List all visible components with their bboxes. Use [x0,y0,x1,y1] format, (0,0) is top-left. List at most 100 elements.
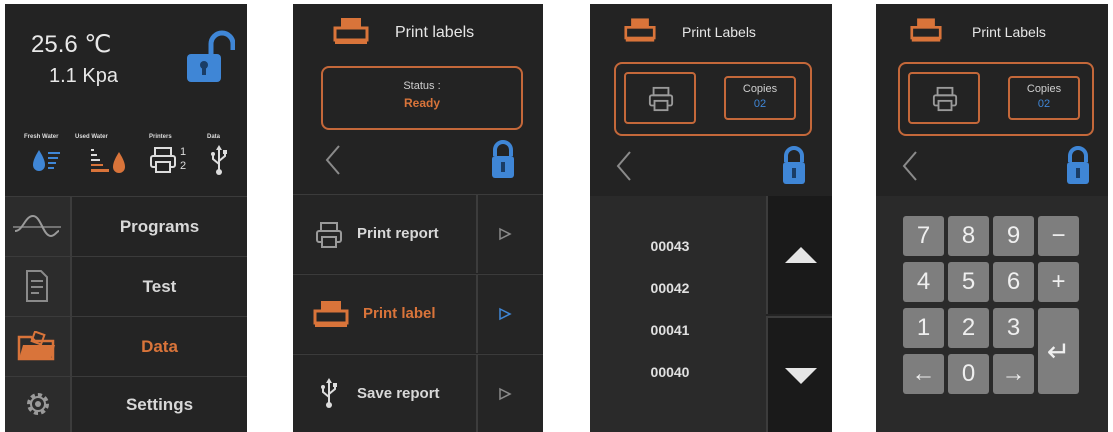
item-divider [476,355,478,432]
data-label: Data [207,134,221,140]
key-plus[interactable]: + [1038,262,1079,302]
page-title: Print Labels [682,24,756,40]
copies-label: Copies [1026,83,1062,95]
back-chevron-icon[interactable] [614,150,634,182]
menu-item-save-report[interactable]: Save report [293,354,543,432]
copies-field[interactable]: Copies 02 [1008,76,1080,120]
page-title: Print Labels [972,24,1046,40]
keypad-screen: Print Labels Copies 02 7 8 9 − 4 5 6 + 1… [876,4,1108,432]
printers-label: Printers [149,134,172,140]
print-menu-screen: Print labels Status : Ready Print report… [293,4,543,432]
menu-item-label: Programs [72,197,247,256]
menu-item-label: Save report [357,385,440,402]
usb-icon [211,145,227,175]
keypad: 7 8 9 − 4 5 6 + 1 2 3 ← 0 → ↵ [876,196,1108,432]
locked-padlock-icon[interactable] [1066,146,1090,186]
used-water-icon [91,149,125,173]
pressure-readout: 1.1 Kpa [49,65,118,87]
play-arrow-icon [499,227,512,241]
unlocked-padlock-icon[interactable] [185,30,235,82]
menu-item-settings[interactable]: Settings [5,376,247,432]
key-5[interactable]: 5 [948,262,989,302]
menu-item-label: Print report [357,225,439,242]
key-7[interactable]: 7 [903,216,944,256]
play-arrow-icon [499,387,512,401]
waveform-icon [13,214,61,238]
menu-item-label: Settings [72,377,247,432]
options-box: Copies 02 [614,62,812,136]
header: Print Labels [590,4,832,66]
fresh-water-icon [33,150,60,171]
key-0[interactable]: 0 [948,354,989,394]
menu-item-print-report[interactable]: Print report [293,194,543,273]
status-value: Ready [403,96,441,110]
folder-icon [17,331,55,361]
item-divider [476,195,478,273]
item-divider [476,275,478,353]
play-arrow-icon [499,307,512,321]
label-printer-icon [910,18,942,42]
locked-padlock-icon[interactable] [782,146,806,186]
printer-icon [648,86,674,112]
label-printer-icon [624,18,656,42]
menu-item-data[interactable]: Data [5,316,247,376]
menu-item-label: Test [72,257,247,316]
key-left-arrow[interactable]: ← [903,354,944,394]
key-right-arrow[interactable]: → [993,354,1034,394]
copies-value: 02 [1037,98,1051,110]
label-list-screen: Print Labels Copies 02 00043 00042 00041… [590,4,832,432]
key-4[interactable]: 4 [903,262,944,302]
gear-icon [27,393,49,415]
key-6[interactable]: 6 [993,262,1034,302]
scroll-down-button[interactable] [766,316,832,432]
triangle-up-icon [785,247,817,263]
back-chevron-icon[interactable] [323,144,343,176]
menu-item-test[interactable]: Test [5,256,247,316]
list-item[interactable]: 00041 [590,322,750,338]
key-9[interactable]: 9 [993,216,1034,256]
scroll-up-button[interactable] [766,196,832,314]
usb-icon [321,378,337,408]
key-enter[interactable]: ↵ [1038,308,1079,394]
printer-button[interactable] [624,72,696,124]
test-icon-cell [5,257,72,316]
menu-item-programs[interactable]: Programs [5,196,247,256]
temperature-readout: 25.6 ℃ [31,31,112,58]
main-menu-screen: 25.6 ℃ 1.1 Kpa Fresh Water Used Water Pr… [5,4,247,432]
back-chevron-icon[interactable] [900,150,920,182]
printer-button[interactable] [908,72,980,124]
header: Print Labels [876,4,1108,66]
page-title: Print labels [395,24,475,41]
label-printer-icon [313,301,349,327]
printer-number-2: 2 [180,160,187,172]
status-label: Status : [403,80,441,92]
key-2[interactable]: 2 [948,308,989,348]
header: Print labels [293,4,543,66]
copies-field[interactable]: Copies 02 [724,76,796,120]
label-list: 00043 00042 00041 00040 [590,196,766,432]
menu-item-label: Print label [363,305,436,322]
key-3[interactable]: 3 [993,308,1034,348]
printer-icon [316,222,342,248]
programs-icon-cell [5,197,72,256]
used-water-label: Used Water [75,134,108,140]
printer-number-1: 1 [180,146,187,158]
list-item[interactable]: 00042 [590,280,750,296]
key-8[interactable]: 8 [948,216,989,256]
settings-icon-cell [5,377,72,432]
copies-value: 02 [753,98,767,110]
copies-label: Copies [742,83,778,95]
menu-item-print-label[interactable]: Print label [293,274,543,353]
printer-icon [932,86,958,112]
data-icon-cell [5,317,72,376]
key-1[interactable]: 1 [903,308,944,348]
document-icon [26,270,48,302]
locked-padlock-icon[interactable] [491,140,515,180]
status-box: Status : Ready [321,66,523,130]
list-item[interactable]: 00040 [590,364,750,380]
label-printer-icon [333,18,369,44]
fresh-water-label: Fresh Water [24,134,59,140]
options-box: Copies 02 [898,62,1094,136]
list-item[interactable]: 00043 [590,238,750,254]
key-minus[interactable]: − [1038,216,1079,256]
